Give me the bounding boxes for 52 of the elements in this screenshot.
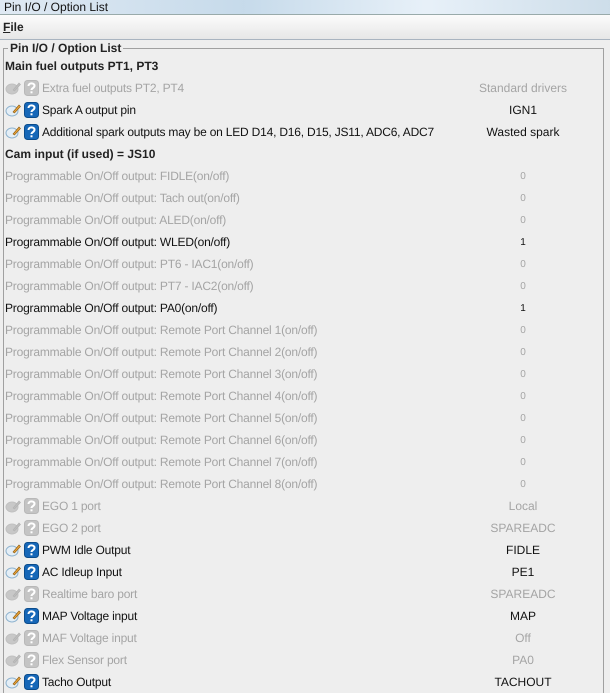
section-heading: Cam input (if used) = JS10 xyxy=(5,147,156,161)
option-label: Flex Sensor port xyxy=(42,653,127,667)
edit-icon[interactable] xyxy=(5,675,21,689)
output-value[interactable]: 1 xyxy=(520,302,526,314)
output-label: Programmable On/Off output: Remote Port Channel 2(on/off) xyxy=(5,345,318,359)
output-label: Programmable On/Off output: PT6 - IAC1(on/off) xyxy=(5,257,254,271)
option-label: EGO 1 port xyxy=(42,499,101,513)
output-label: Programmable On/Off output: FIDLE(on/off) xyxy=(5,169,230,183)
output-label: Programmable On/Off output: Remote Port Channel 4(on/off) xyxy=(5,389,318,403)
output-label: Programmable On/Off output: Remote Port Channel 6(on/off) xyxy=(5,433,318,447)
help-icon[interactable] xyxy=(24,542,39,558)
help-icon[interactable] xyxy=(24,124,39,140)
option-value[interactable]: FIDLE xyxy=(506,543,540,557)
output-label: Programmable On/Off output: PA0(on/off) xyxy=(5,301,218,315)
output-label: Programmable On/Off output: ALED(on/off) xyxy=(5,213,226,227)
option-value[interactable]: IGN1 xyxy=(508,103,537,117)
output-label: Programmable On/Off output: Remote Port Channel 3(on/off) xyxy=(5,367,318,381)
option-label: Realtime baro port xyxy=(42,587,138,601)
edit-icon[interactable] xyxy=(5,609,21,623)
help-icon[interactable] xyxy=(24,564,39,580)
output-value[interactable]: 1 xyxy=(520,236,526,248)
option-label: AC Idleup Input xyxy=(42,565,122,579)
option-label: EGO 2 port xyxy=(42,521,101,535)
option-value[interactable]: PE1 xyxy=(512,565,534,579)
output-label: Programmable On/Off output: PT7 - IAC2(on/off) xyxy=(5,279,254,293)
option-label: Tacho Output xyxy=(42,675,111,689)
help-icon[interactable] xyxy=(24,674,39,690)
option-label: MAF Voltage input xyxy=(42,631,137,645)
output-label: Programmable On/Off output: Remote Port Channel 7(on/off) xyxy=(5,455,318,469)
option-label: Spark A output pin xyxy=(42,103,136,117)
option-value[interactable]: Wasted spark xyxy=(486,125,560,139)
edit-icon[interactable] xyxy=(5,125,21,139)
section-heading: Main fuel outputs PT1, PT3 xyxy=(5,59,160,73)
help-icon[interactable] xyxy=(24,102,39,118)
output-label: Programmable On/Off output: Remote Port Channel 1(on/off) xyxy=(5,323,318,337)
output-label: Programmable On/Off output: Remote Port Channel 5(on/off) xyxy=(5,411,318,425)
help-icon[interactable] xyxy=(24,608,39,624)
option-label: Extra fuel outputs PT2, PT4 xyxy=(42,81,184,95)
option-value[interactable]: MAP xyxy=(510,609,536,623)
window-title: Pin I/O / Option List xyxy=(4,0,108,14)
option-value[interactable]: TACHOUT xyxy=(494,675,552,689)
output-label: Programmable On/Off output: WLED(on/off) xyxy=(5,235,230,249)
output-label: Programmable On/Off output: Tach out(on/off) xyxy=(5,191,240,205)
option-label: MAP Voltage input xyxy=(42,609,138,623)
option-label: Additional spark outputs may be on LED D14, D16, D15, JS11, ADC6, ADC7 xyxy=(42,125,434,139)
option-label: PWM Idle Output xyxy=(42,543,130,557)
edit-icon[interactable] xyxy=(5,103,21,117)
edit-icon[interactable] xyxy=(5,565,21,579)
group-title: Pin I/O / Option List xyxy=(8,41,124,56)
file-menu[interactable]: File xyxy=(3,20,24,34)
edit-icon[interactable] xyxy=(5,543,21,557)
output-label: Programmable On/Off output: Remote Port Channel 8(on/off) xyxy=(5,477,318,491)
